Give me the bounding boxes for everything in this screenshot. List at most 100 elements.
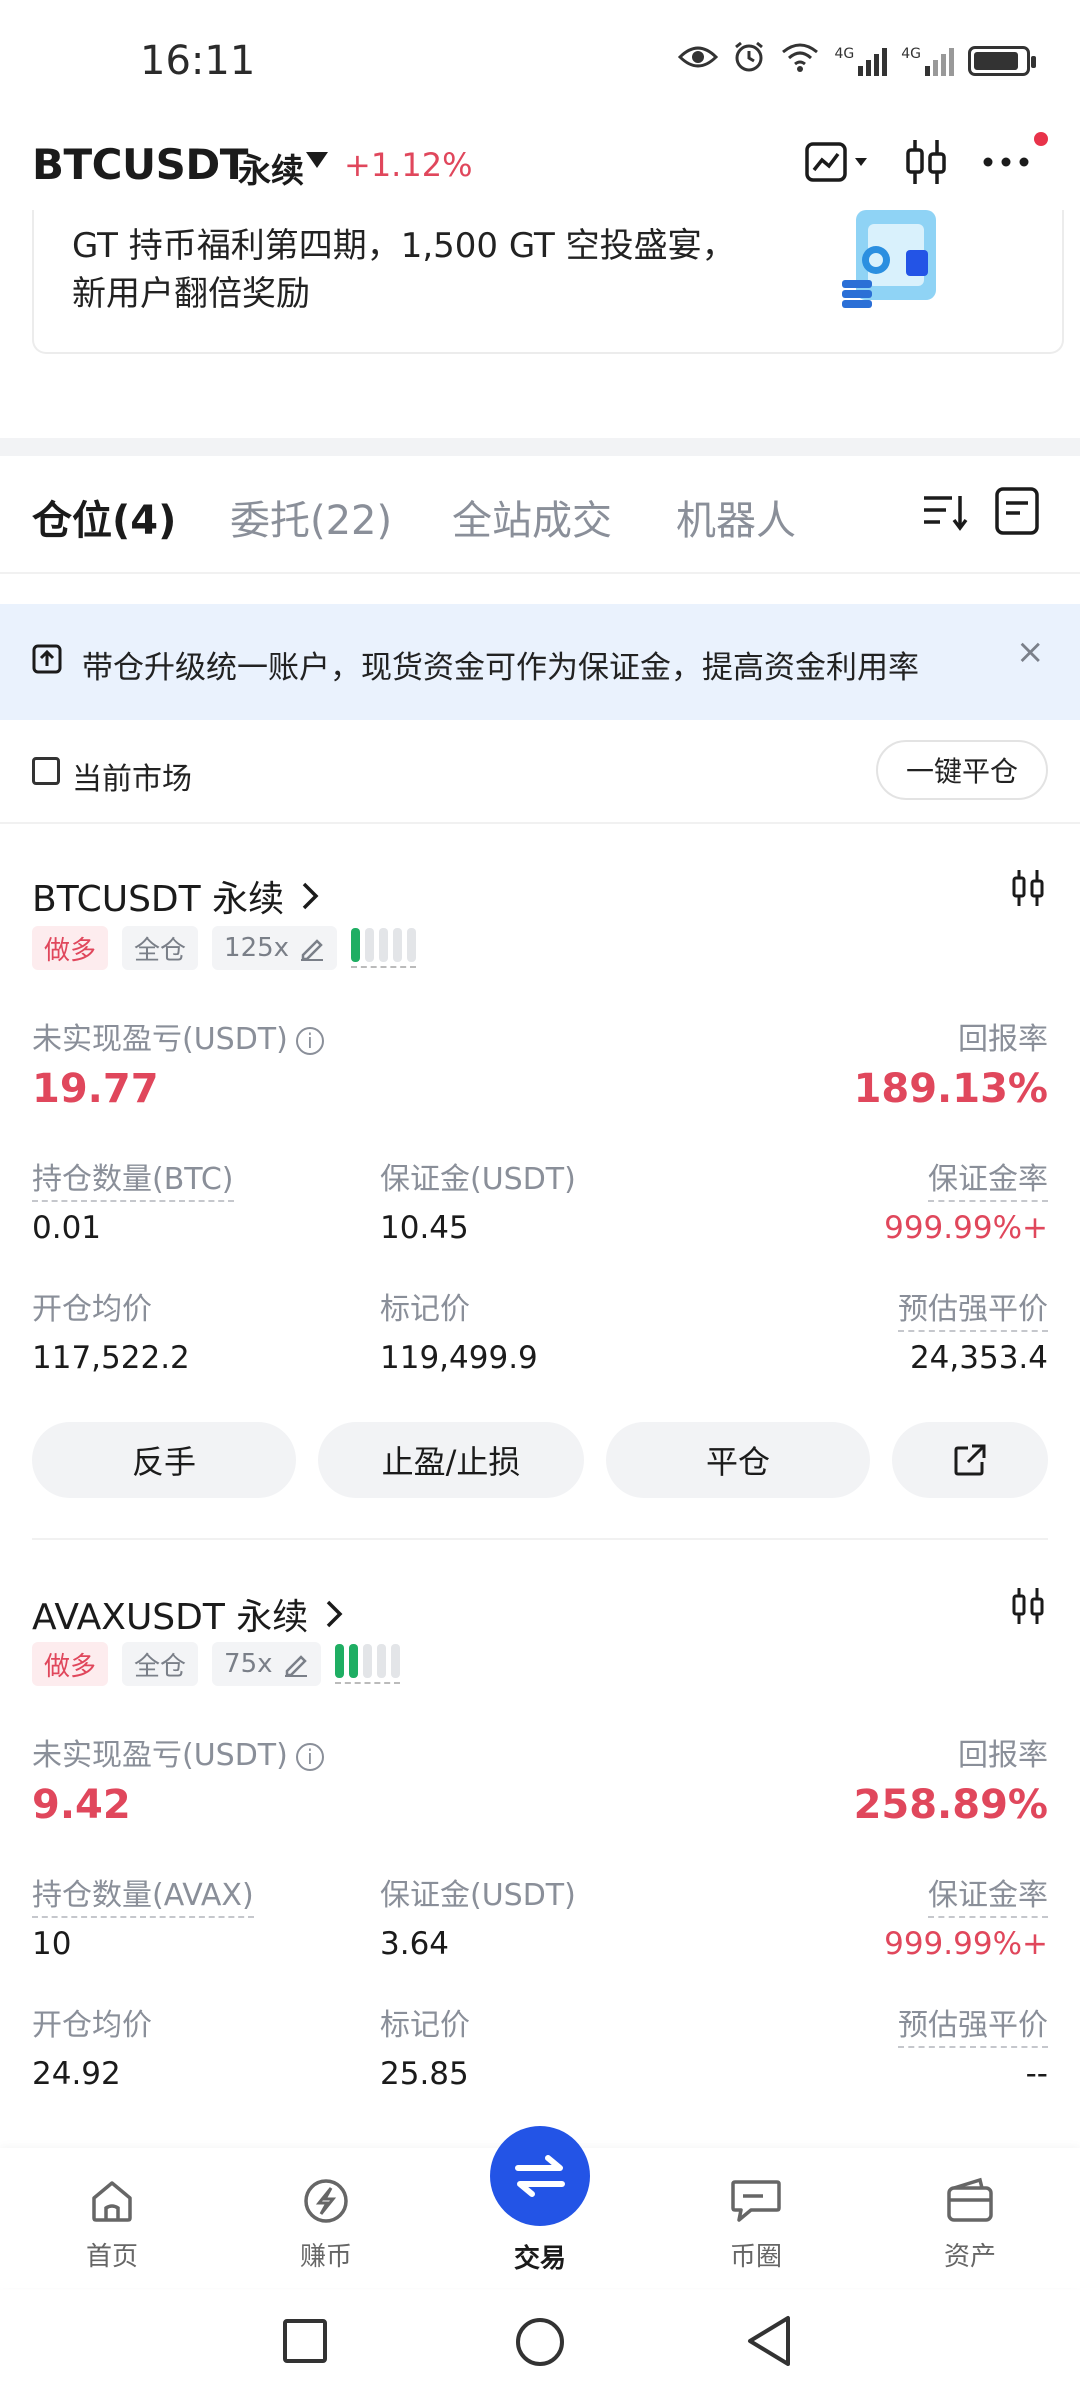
entry-price-value: 24.92 [32, 2056, 121, 2092]
candlestick-button[interactable] [898, 132, 954, 192]
notification-dot [1034, 132, 1048, 146]
nav-community[interactable]: 币圈 [686, 2176, 826, 2273]
entry-price-label: 开仓均价 [32, 2008, 152, 2043]
liq-price-label[interactable]: 预估强平价 [898, 2000, 1048, 2048]
unrealized-pnl-value: 9.42 [32, 1782, 131, 1828]
entry-price-label: 开仓均价 [32, 1292, 152, 1327]
nav-trade-label: 交易 [513, 2244, 566, 2274]
position-title-link[interactable]: AVAXUSDT 永续 [32, 1588, 344, 1640]
chart-button[interactable] [800, 132, 880, 192]
position-title-link[interactable]: BTCUSDT 永续 [32, 870, 320, 922]
tab-positions[interactable]: 仓位(4) [32, 488, 176, 546]
mark-price-label: 标记价 [380, 2008, 470, 2043]
notice-text: 带仓升级统一账户，现货资金可作为保证金，提高资金利用率 [82, 650, 919, 686]
roe-value: 189.13% [853, 1066, 1048, 1112]
home-system-button[interactable] [514, 2316, 566, 2372]
status-icons: 4G 4G [678, 40, 1036, 82]
sort-icon [924, 496, 968, 531]
info-icon[interactable]: i [295, 1026, 324, 1055]
nav-assets[interactable]: 资产 [900, 2176, 1040, 2273]
nav-earn-label: 赚币 [299, 2242, 352, 2272]
risk-level-bars [351, 928, 417, 968]
sort-button[interactable] [922, 492, 970, 536]
nav-trade-button[interactable] [490, 2126, 590, 2226]
tab-orders[interactable]: 委托(22) [230, 488, 392, 546]
more-button[interactable] [976, 132, 1036, 192]
tp-sl-button[interactable]: 止盈/止损 [318, 1422, 584, 1498]
nav-earn[interactable]: 赚币 [256, 2176, 396, 2273]
unrealized-pnl-label: 未实现盈亏(USDT) i [32, 1730, 324, 1774]
symbol-dropdown-icon[interactable] [306, 152, 328, 168]
swap-icon [515, 2155, 565, 2197]
position-chart-button[interactable] [1010, 1586, 1046, 1630]
square-icon [283, 2319, 327, 2363]
position-size-label[interactable]: 持仓数量(AVAX) [32, 1870, 254, 1918]
chevron-right-icon [302, 882, 319, 910]
leverage-value: 125x [224, 933, 290, 963]
share-icon [954, 1444, 986, 1476]
contract-type[interactable]: 永续 [238, 144, 304, 192]
net-type-1: 4G [834, 46, 855, 62]
symbol-title[interactable]: BTCUSDT [32, 140, 248, 189]
share-button[interactable] [892, 1422, 1048, 1498]
battery-icon [968, 46, 1036, 76]
signal-icon-1: 4G [834, 46, 888, 76]
close-icon[interactable]: × [1016, 632, 1045, 672]
position-size-label[interactable]: 持仓数量(BTC) [32, 1154, 234, 1202]
back-system-button[interactable] [744, 2314, 796, 2372]
alarm-icon [732, 40, 766, 82]
tab-market-trades[interactable]: 全站成交 [452, 488, 612, 546]
side-tag: 做多 [32, 926, 109, 970]
margin-label: 保证金(USDT) [380, 1162, 576, 1197]
orders-history-button[interactable] [994, 486, 1040, 540]
position-size-value: 0.01 [32, 1210, 102, 1246]
position-title: AVAXUSDT 永续 [32, 1597, 309, 1638]
entry-price-value: 117,522.2 [32, 1340, 190, 1376]
earn-icon [304, 2179, 348, 2223]
nav-community-label: 币圈 [729, 2242, 782, 2272]
position-chart-button[interactable] [1010, 868, 1046, 912]
roe-label: 回报率 [958, 1738, 1048, 1773]
current-market-checkbox[interactable] [32, 757, 60, 785]
edit-icon [284, 1655, 307, 1677]
home-icon [92, 2181, 132, 2222]
section-separator [0, 438, 1080, 456]
circle-icon [516, 2318, 564, 2366]
candlestick-icon [1012, 1588, 1044, 1624]
mark-price-label: 标记价 [380, 1292, 470, 1327]
close-all-button[interactable]: 一键平仓 [876, 740, 1048, 800]
leverage-value: 75x [224, 1649, 273, 1679]
more-icon [983, 157, 1029, 167]
chat-icon [731, 2180, 781, 2222]
reverse-button[interactable]: 反手 [32, 1422, 296, 1498]
position-title: BTCUSDT 永续 [32, 879, 285, 920]
info-icon[interactable]: i [295, 1742, 324, 1771]
document-icon [995, 487, 1039, 535]
back-triangle-icon [748, 2316, 790, 2366]
nav-home[interactable]: 首页 [42, 2176, 182, 2273]
liq-price-label[interactable]: 预估强平价 [898, 1284, 1048, 1332]
filter-divider [0, 822, 1080, 824]
nav-trade[interactable]: 交易 [470, 2232, 610, 2275]
side-tag: 做多 [32, 1642, 109, 1686]
wifi-icon [780, 41, 820, 81]
leverage-tag[interactable]: 125x [212, 926, 338, 970]
liq-price-value: 24,353.4 [909, 1340, 1048, 1376]
current-market-label[interactable]: 当前市场 [72, 754, 192, 798]
recent-apps-button[interactable] [282, 2318, 328, 2368]
position-tags: 做多 全仓 75x [32, 1642, 400, 1686]
margin-rate-label[interactable]: 保证金率 [928, 1870, 1048, 1918]
status-time: 16:11 [140, 38, 256, 84]
wallet-icon [947, 2177, 993, 2222]
edit-icon [301, 939, 324, 961]
chevron-right-icon [327, 1600, 343, 1628]
roe-value: 258.89% [853, 1782, 1048, 1828]
margin-rate-label[interactable]: 保证金率 [928, 1154, 1048, 1202]
tab-bots[interactable]: 机器人 [676, 488, 796, 546]
chart-icon [805, 142, 867, 182]
banner-line-1: GT 持币福利第四期，1,500 GT 空投盛宴， [72, 226, 736, 266]
close-position-button[interactable]: 平仓 [606, 1422, 870, 1498]
eye-icon [678, 43, 719, 79]
leverage-tag[interactable]: 75x [212, 1642, 321, 1686]
margin-value: 10.45 [380, 1210, 469, 1246]
